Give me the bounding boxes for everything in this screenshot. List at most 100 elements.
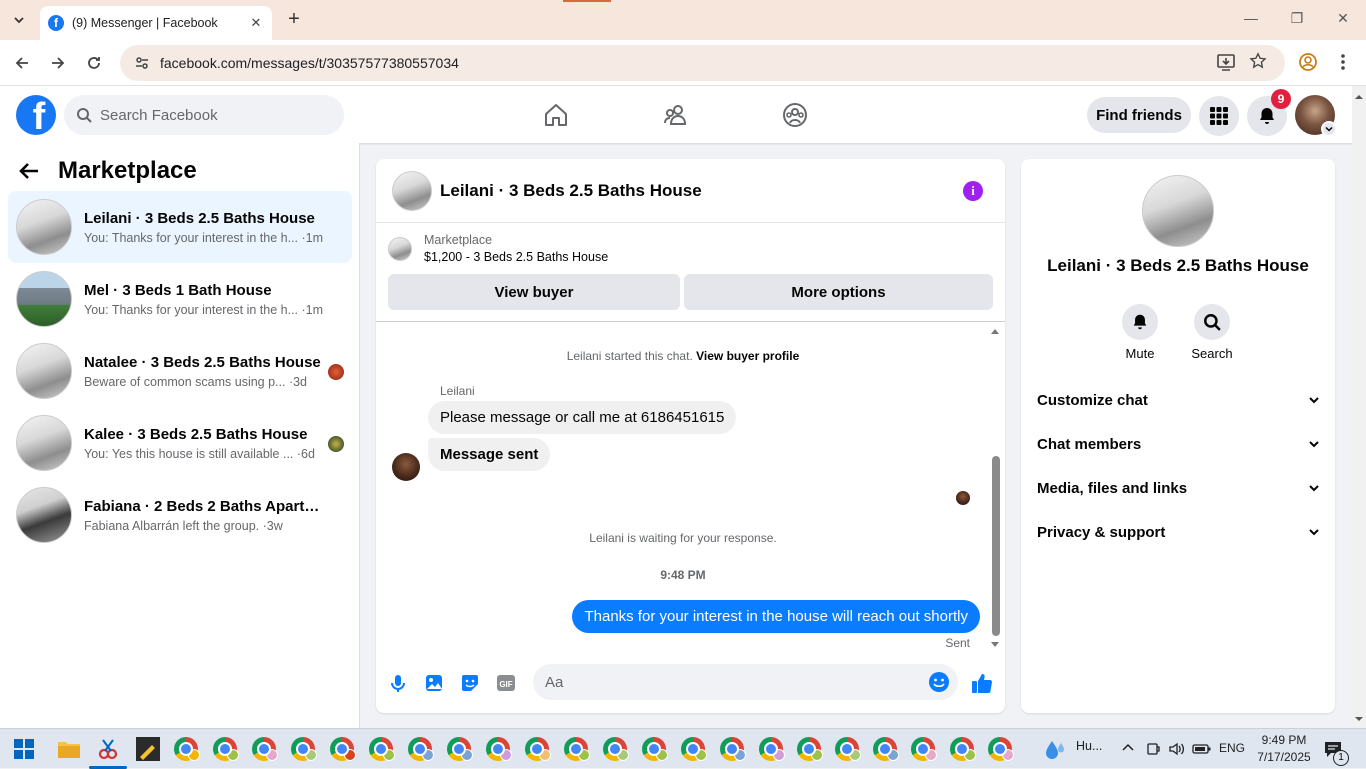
find-friends-button[interactable]: Find friends	[1087, 97, 1191, 133]
outgoing-message[interactable]: Thanks for your interest in the house wi…	[572, 600, 980, 633]
scroll-up-icon	[1355, 95, 1363, 99]
sticker-icon[interactable]	[458, 671, 482, 695]
listing-summary[interactable]: Marketplace $1,200 - 3 Beds 2.5 Baths Ho…	[388, 233, 608, 264]
conversation-title[interactable]: Leilani · 3 Beds 2.5 Baths House	[440, 181, 702, 201]
view-buyer-button[interactable]: View buyer	[388, 274, 680, 310]
omnibox[interactable]: facebook.com/messages/t/3035757738055703…	[120, 45, 1285, 81]
page-scrollbar[interactable]	[1352, 86, 1366, 728]
message-thread: Leilani started this chat. View buyer pr…	[376, 322, 1005, 654]
facebook-search-box[interactable]	[64, 95, 344, 135]
back-arrow-icon[interactable]	[18, 160, 40, 182]
groups-nav-icon[interactable]	[780, 100, 810, 130]
chrome-app-icon[interactable]	[759, 737, 785, 761]
chrome-app-icon[interactable]	[603, 737, 629, 761]
thumbs-up-icon[interactable]	[970, 671, 994, 695]
system-clock[interactable]: 9:49 PM 7/17/2025	[1253, 732, 1315, 766]
sticky-notes-icon[interactable]	[136, 737, 160, 761]
chrome-app-icon[interactable]	[950, 737, 976, 761]
search-icon	[1204, 314, 1221, 331]
battery-icon[interactable]	[1192, 741, 1212, 757]
gif-icon[interactable]: GIF	[494, 671, 518, 695]
restore-button[interactable]: ❐	[1287, 10, 1307, 27]
bookmark-star-icon[interactable]	[1249, 52, 1267, 70]
chrome-app-icon[interactable]	[873, 737, 899, 761]
close-window-button[interactable]: ✕	[1333, 10, 1353, 27]
view-buyer-profile-link[interactable]: View buyer profile	[696, 349, 799, 363]
browser-menu-icon[interactable]	[1338, 52, 1348, 72]
search-icon	[77, 108, 92, 123]
chrome-app-icon[interactable]	[835, 737, 861, 761]
chrome-app-icon[interactable]	[911, 737, 937, 761]
chrome-app-icon[interactable]	[291, 737, 317, 761]
chat-item-mel[interactable]: Mel · 3 Beds 1 Bath House You: Thanks fo…	[8, 263, 352, 335]
back-button[interactable]	[11, 52, 33, 74]
menu-grid-button[interactable]	[1199, 96, 1239, 136]
new-tab-button[interactable]: +	[284, 9, 304, 30]
message-input-box[interactable]	[533, 664, 958, 700]
chrome-app-icon[interactable]	[408, 737, 434, 761]
home-nav-icon[interactable]	[541, 100, 571, 130]
volume-icon[interactable]	[1168, 741, 1186, 757]
input-language[interactable]: ENG	[1219, 741, 1245, 755]
device-icon[interactable]	[1145, 741, 1161, 757]
minimize-button[interactable]: —	[1241, 10, 1261, 26]
chrome-app-icon[interactable]	[525, 737, 551, 761]
forward-button[interactable]	[47, 52, 69, 74]
clock-date: 7/17/2025	[1257, 750, 1311, 764]
chrome-app-icon[interactable]	[988, 737, 1014, 761]
snipping-tool-icon[interactable]	[96, 737, 120, 761]
search-in-chat-button[interactable]: Search	[1182, 304, 1242, 361]
friends-nav-icon[interactable]	[661, 100, 691, 130]
chrome-app-icon[interactable]	[720, 737, 746, 761]
chat-name: Natalee · 3 Beds 2.5 Baths House	[84, 353, 321, 371]
chat-item-fabiana[interactable]: Fabiana · 2 Beds 2 Baths Apartmen... Fab…	[8, 479, 352, 551]
media-files-links-section[interactable]: Media, files and links	[1037, 470, 1321, 506]
account-menu-chevron-icon[interactable]	[1321, 121, 1337, 137]
chrome-app-icon[interactable]	[681, 737, 707, 761]
incoming-message[interactable]: Message sent	[428, 438, 551, 471]
chat-members-section[interactable]: Chat members	[1037, 426, 1321, 462]
mute-button[interactable]: Mute	[1110, 304, 1170, 361]
chrome-app-icon[interactable]	[330, 737, 356, 761]
message-scrollbar[interactable]	[989, 326, 1001, 650]
chat-item-leilani[interactable]: Leilani · 3 Beds 2.5 Baths House You: Th…	[8, 191, 352, 263]
profile-icon[interactable]	[1298, 52, 1318, 72]
chrome-app-icon[interactable]	[642, 737, 668, 761]
chrome-app-icon[interactable]	[564, 737, 590, 761]
url-text[interactable]: facebook.com/messages/t/3035757738055703…	[160, 55, 459, 71]
conversation-thumbnail[interactable]	[392, 170, 432, 211]
chat-item-natalee[interactable]: Natalee · 3 Beds 2.5 Baths House Beware …	[8, 335, 352, 407]
facebook-search-input[interactable]	[100, 106, 320, 124]
chrome-app-icon[interactable]	[369, 737, 395, 761]
scrollbar-thumb[interactable]	[992, 456, 1000, 636]
more-options-button[interactable]: More options	[684, 274, 993, 310]
chrome-app-icon[interactable]	[447, 737, 473, 761]
info-icon[interactable]: i	[963, 181, 983, 201]
file-explorer-icon[interactable]	[57, 738, 81, 760]
microphone-icon[interactable]	[386, 671, 410, 695]
emoji-icon[interactable]	[928, 671, 950, 693]
incoming-message[interactable]: Please message or call me at 6186451615	[428, 401, 737, 434]
customize-chat-section[interactable]: Customize chat	[1037, 382, 1321, 418]
chrome-app-icon[interactable]	[174, 737, 200, 761]
install-app-icon[interactable]	[1216, 52, 1236, 72]
chrome-app-icon[interactable]	[486, 737, 512, 761]
chrome-app-icon[interactable]	[797, 737, 823, 761]
chrome-app-icon[interactable]	[213, 737, 239, 761]
message-input[interactable]	[545, 673, 905, 691]
chat-avatar[interactable]	[1142, 175, 1214, 247]
chat-item-kalee[interactable]: Kalee · 3 Beds 2.5 Baths House You: Yes …	[8, 407, 352, 479]
photo-icon[interactable]	[422, 671, 446, 695]
privacy-support-section[interactable]: Privacy & support	[1037, 514, 1321, 550]
tab-close-icon[interactable]: ✕	[248, 15, 264, 31]
windows-start-icon[interactable]	[14, 739, 34, 759]
browser-tab[interactable]: f (9) Messenger | Facebook ✕	[40, 6, 272, 40]
weather-label[interactable]: Hu...	[1076, 739, 1102, 753]
show-hidden-icons-chevron-icon[interactable]	[1121, 741, 1135, 755]
tab-search-button[interactable]	[6, 8, 32, 32]
facebook-logo-icon[interactable]: f	[16, 95, 56, 135]
reload-button[interactable]	[83, 52, 105, 74]
sender-avatar[interactable]	[392, 453, 420, 481]
weather-icon[interactable]	[1044, 737, 1068, 761]
chrome-app-icon[interactable]	[252, 737, 278, 761]
